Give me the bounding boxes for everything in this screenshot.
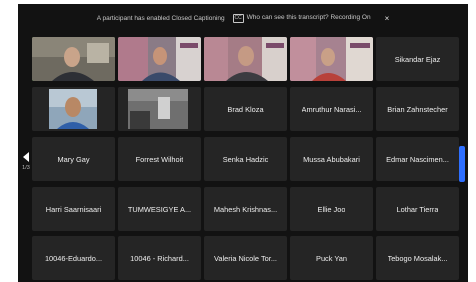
participant-tile[interactable]: 10046 - Richard...	[118, 236, 201, 280]
participant-video	[118, 37, 201, 81]
transcript-link[interactable]: CC Who can see this transcript? Recording…	[232, 13, 371, 23]
participant-name: Tebogo Mosalak...	[387, 253, 448, 263]
participant-name: Valeria Nicole Tor...	[214, 253, 277, 263]
meeting-window: A participant has enabled Closed Caption…	[18, 4, 468, 282]
participant-tile[interactable]	[32, 37, 115, 81]
window-edge	[468, 0, 476, 282]
participant-name: TUMWESIGYE A...	[127, 204, 192, 214]
participant-tile[interactable]: Mahesh Krishnas...	[204, 187, 287, 231]
participant-tile[interactable]: Edmar Nascimen...	[376, 137, 459, 181]
participant-tile[interactable]: Tebogo Mosalak...	[376, 236, 459, 280]
close-icon[interactable]: ×	[385, 14, 390, 23]
gallery-grid: Sikandar Ejaz Brad Kloza Amruthur Narasi…	[32, 37, 459, 280]
participant-tile[interactable]: Brian Zahnstecher	[376, 87, 459, 131]
participant-video	[32, 87, 115, 131]
participant-tile[interactable]: Valeria Nicole Tor...	[204, 236, 287, 280]
participant-name: Sikandar Ejaz	[394, 54, 441, 64]
chevron-left-icon	[23, 152, 29, 162]
participant-tile[interactable]: Harri Saarnisaari	[32, 187, 115, 231]
participant-tile[interactable]	[290, 37, 373, 81]
participant-name: Edmar Nascimen...	[386, 154, 449, 164]
participant-tile[interactable]	[204, 37, 287, 81]
participant-video	[204, 37, 287, 81]
page-indicator: 1/3	[22, 165, 30, 171]
closed-caption-icon: CC	[232, 13, 244, 23]
caption-notice-text: A participant has enabled Closed Caption…	[96, 14, 225, 22]
participant-tile[interactable]: Mary Gay	[32, 137, 115, 181]
participant-name: Puck Yan	[316, 253, 347, 263]
participant-tile[interactable]: Ellie Joo	[290, 187, 373, 231]
participant-name: Brad Kloza	[227, 104, 264, 114]
participant-video	[32, 37, 115, 81]
caption-notice-bar: A participant has enabled Closed Caption…	[18, 8, 468, 28]
participant-name: Brian Zahnstecher	[387, 104, 448, 114]
participant-tile[interactable]: Sikandar Ejaz	[376, 37, 459, 81]
next-page-button[interactable]	[459, 146, 465, 182]
participant-tile[interactable]: Forrest Wilhoit	[118, 137, 201, 181]
participant-name: Lothar Tierra	[396, 204, 439, 214]
participant-name: Senka Hadzic	[222, 154, 269, 164]
participant-name: Harri Saarnisaari	[45, 204, 102, 214]
participant-tile[interactable]: Brad Kloza	[204, 87, 287, 131]
transcript-link-text: Who can see this transcript? Recording O…	[246, 13, 371, 21]
participant-tile[interactable]: Lothar Tierra	[376, 187, 459, 231]
participant-name: 10046-Eduardo...	[44, 253, 103, 263]
participant-tile[interactable]	[118, 37, 201, 81]
participant-tile[interactable]: Senka Hadzic	[204, 137, 287, 181]
participant-name: Mary Gay	[57, 154, 90, 164]
participant-name: Forrest Wilhoit	[135, 154, 184, 164]
participant-name: 10046 - Richard...	[130, 253, 189, 263]
participant-tile[interactable]: Puck Yan	[290, 236, 373, 280]
participant-tile[interactable]	[32, 87, 115, 131]
participant-name: Mahesh Krishnas...	[213, 204, 278, 214]
participant-name: Amruthur Narasi...	[301, 104, 362, 114]
participant-tile[interactable]	[118, 87, 201, 131]
participant-tile[interactable]: TUMWESIGYE A...	[118, 187, 201, 231]
participant-tile[interactable]: Mussa Abubakari	[290, 137, 373, 181]
participant-video	[290, 37, 373, 81]
participant-tile[interactable]: 10046-Eduardo...	[32, 236, 115, 280]
previous-page-button[interactable]: 1/3	[20, 152, 32, 178]
participant-tile[interactable]: Amruthur Narasi...	[290, 87, 373, 131]
participant-video	[118, 87, 201, 131]
participant-name: Mussa Abubakari	[303, 154, 360, 164]
participant-name: Ellie Joo	[317, 204, 346, 214]
